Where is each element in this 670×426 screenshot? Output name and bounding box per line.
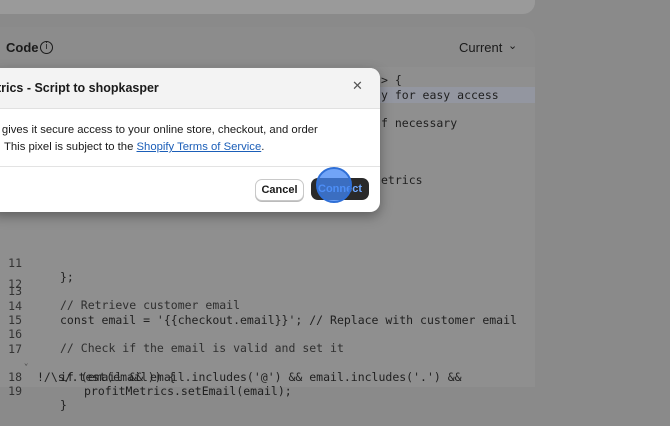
shopify-terms-link[interactable]: Shopify Terms of Service	[137, 141, 262, 153]
code-line: 15	[0, 299, 535, 327]
code-fragment: > {	[381, 73, 402, 87]
code-line: !/\s/.test(email)) {	[0, 342, 535, 384]
code-fragment: etrics	[381, 173, 423, 187]
code-header: Code i Current ⌄	[0, 27, 535, 67]
code-line: 13 // Retrieve customer email	[0, 270, 535, 312]
dialog-title: etrics - Script to shopkasper	[0, 81, 159, 95]
dialog-body-line-1: el gives it secure access to your online…	[0, 124, 318, 136]
code-line: 11 };	[0, 242, 535, 284]
dialog-body-line-2: This pixel is subject to the Shopify Ter…	[4, 139, 264, 156]
code-fragment: f necessary	[381, 116, 458, 130]
line-number: 19	[8, 384, 22, 398]
info-icon[interactable]: i	[40, 41, 53, 54]
code-fragment: y for easy access	[381, 88, 499, 102]
chevron-down-icon[interactable]: ⌄	[508, 39, 517, 52]
previous-card	[0, 0, 535, 14]
line-text: profitMetrics.setEmail(email);	[84, 384, 292, 398]
code-line: 16 // Check if the email is valid and se…	[0, 313, 535, 355]
code-line: 17 ⌄ if (email && email.includes('@') &&…	[0, 328, 535, 384]
cancel-button[interactable]: Cancel	[255, 179, 304, 201]
code-line: 19 }	[0, 370, 535, 412]
code-title: Code	[6, 40, 39, 55]
close-icon[interactable]: ✕	[352, 79, 363, 94]
line-text: }	[60, 398, 67, 412]
terms-prefix: This pixel is subject to the	[4, 141, 137, 153]
code-line: 14 const email = '{{checkout.email}}'; /…	[0, 285, 535, 327]
code-line: 18 profitMetrics.setEmail(email);	[0, 356, 535, 398]
version-select-label[interactable]: Current	[459, 40, 502, 55]
dialog-header: etrics - Script to shopkasper ✕	[0, 68, 380, 109]
terms-suffix: .	[261, 141, 265, 153]
click-indicator	[316, 167, 352, 203]
